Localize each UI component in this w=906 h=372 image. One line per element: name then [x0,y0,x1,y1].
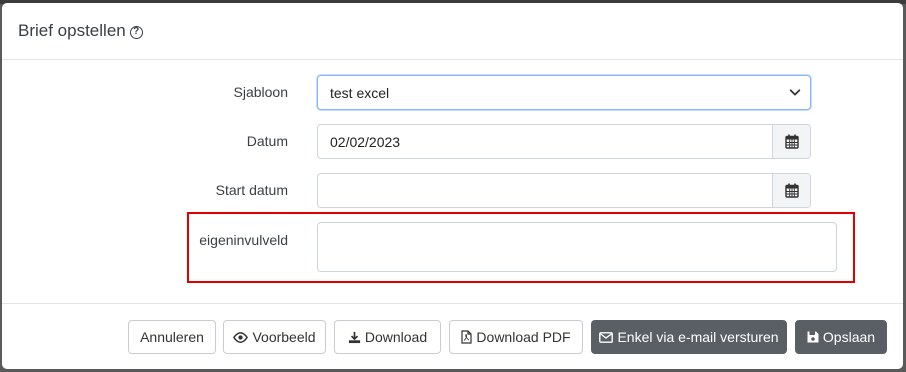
calendar-icon [784,183,799,198]
save-button[interactable]: Opslaan [795,320,887,354]
floppy-disk-icon [807,331,819,343]
pdf-file-icon [461,330,473,344]
sjabloon-select[interactable]: test excel [317,75,811,110]
email-send-button-label: Enkel via e-mail versturen [617,329,779,345]
start-datum-calendar-button[interactable] [772,174,810,207]
cancel-button-label: Annuleren [140,329,204,345]
email-send-button[interactable]: Enkel via e-mail versturen [591,320,787,354]
download-icon [348,331,360,343]
sjabloon-label: Sjabloon [233,84,289,100]
datum-value: 02/02/2023 [330,133,401,150]
preview-button-label: Voorbeeld [252,329,316,345]
download-button-label: Download [364,329,428,345]
question-circle-icon[interactable]: ? [129,25,143,39]
download-button[interactable]: Download [334,320,441,354]
modal-title: Brief opstellen [18,21,126,40]
envelope-icon [599,331,614,343]
eigeninvulveld-textarea[interactable] [317,222,837,272]
modal-footer: Annuleren Voorbeeld Download Download PD… [2,303,903,369]
start-datum-input[interactable] [317,173,811,208]
compose-letter-modal: Brief opstellen ? Sjabloon test excel Da… [2,3,903,369]
chevron-down-icon [789,89,801,96]
datum-calendar-button[interactable] [772,125,810,158]
preview-button[interactable]: Voorbeeld [223,320,326,354]
download-pdf-button[interactable]: Download PDF [449,320,583,354]
cancel-button[interactable]: Annuleren [128,320,216,354]
datum-input[interactable]: 02/02/2023 [317,124,811,159]
save-button-label: Opslaan [822,329,876,345]
download-pdf-button-label: Download PDF [476,329,571,345]
datum-label: Datum [246,133,288,149]
eye-icon [233,331,249,343]
modal-header: Brief opstellen ? [2,3,903,60]
eigeninvulveld-label: eigeninvulveld [199,232,288,248]
calendar-icon [784,134,799,149]
start-datum-label: Start datum [215,182,288,198]
sjabloon-value: test excel [330,84,390,101]
